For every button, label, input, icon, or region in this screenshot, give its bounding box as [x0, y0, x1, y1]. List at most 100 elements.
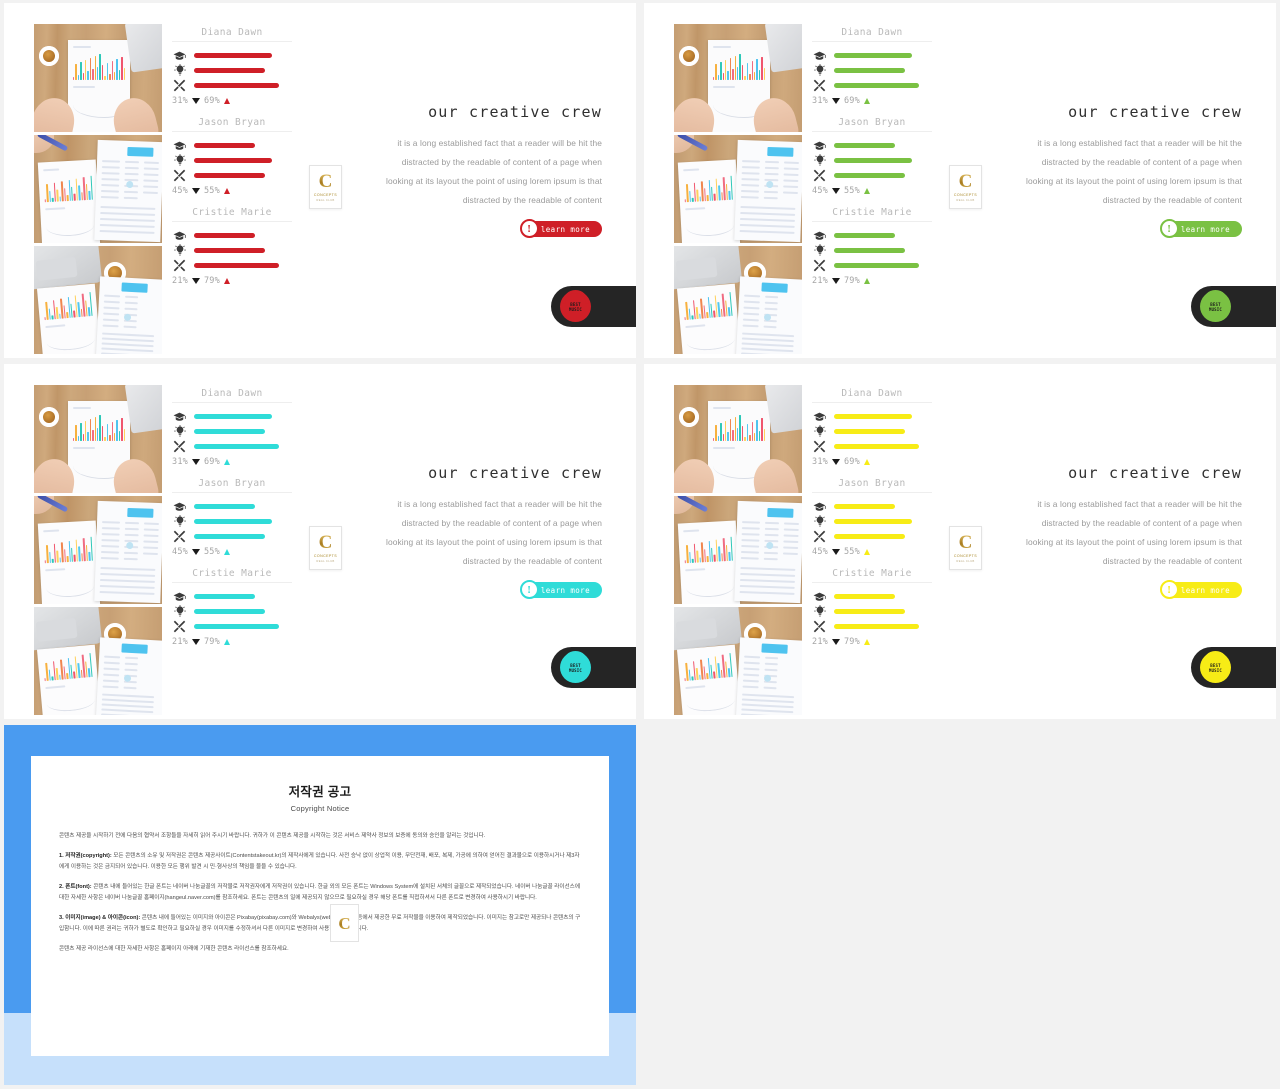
paper-text-line: [744, 294, 761, 297]
paper-text-line: [100, 551, 120, 554]
paper-mini-chart: [43, 653, 93, 682]
tools-icon: [172, 620, 187, 633]
brand-logo-letter: C: [958, 171, 973, 192]
paper-highlight-tag: [761, 282, 788, 293]
skill-row: [812, 424, 932, 439]
brand-logo-card: C: [330, 904, 359, 942]
laptop-shape: [764, 24, 802, 73]
paper-text-line: [103, 300, 120, 303]
coffee-cup-shape: [679, 407, 699, 427]
paper-trend-line: [45, 690, 96, 713]
paper-text-line: [782, 191, 798, 194]
slide-yellow[interactable]: Diana Dawn 31% 69% Jason Bryan 45% 55% Cristie…: [644, 364, 1276, 719]
skill-row: [812, 499, 932, 514]
tools-icon: [172, 79, 187, 92]
paper-text-line: [101, 184, 120, 187]
skill-bar-fill: [194, 263, 280, 268]
skill-bar-track: [194, 534, 292, 539]
skill-row: [812, 514, 932, 529]
headline-body: it is a long established fact that a rea…: [972, 495, 1242, 571]
paper-text-line: [102, 332, 155, 337]
skill-percentages: 31% 69%: [812, 457, 932, 467]
paper-text-line: [101, 713, 154, 715]
headphones-badge-icon[interactable]: BEST MUSIC: [556, 284, 595, 323]
paper-text-line: [740, 190, 760, 193]
exclamation-mark: !: [527, 222, 532, 235]
paper-sheet: [734, 500, 802, 604]
headline-copy-block: our creative crew it is a long establishe…: [332, 464, 602, 599]
headphones-badge-icon[interactable]: BEST MUSIC: [1196, 645, 1235, 684]
headline-body-line: looking at its layout the point of using…: [386, 176, 602, 186]
paper-text-line: [763, 325, 777, 328]
slide-copyright-notice[interactable]: 저작권 공고 Copyright Notice 콘텐츠 제공을 시작하기 전에 …: [4, 725, 636, 1085]
skill-bar-fill: [834, 429, 905, 434]
pct-up-value: 69%: [203, 96, 220, 106]
learn-more-button[interactable]: ! learn more: [1159, 580, 1242, 599]
skill-bar-track: [194, 429, 292, 434]
paper-text-line: [741, 166, 760, 169]
tools-icon: [172, 530, 187, 543]
headline-body-line: it is a long established fact that a rea…: [397, 138, 602, 148]
headphones-badge-icon[interactable]: BEST MUSIC: [556, 645, 595, 684]
paper-text-line: [102, 160, 121, 163]
paper-mini-chart: [683, 653, 733, 682]
dark-corner-tab[interactable]: BEST MUSIC: [1191, 645, 1276, 688]
skill-row: [812, 153, 932, 168]
learn-more-button[interactable]: ! learn more: [519, 219, 602, 238]
brand-logo-letter: C: [338, 913, 351, 933]
headphones-arc-icon: [556, 284, 595, 323]
paper-text-line: [713, 407, 731, 409]
copyright-section-text: 모든 콘텐츠의 소유 및 저작권은 콘텐츠 제공사이트(Contentstake…: [59, 853, 580, 870]
paper-text-line: [765, 295, 779, 298]
skill-row: [172, 138, 292, 153]
paper-text-line: [685, 568, 706, 571]
headphones-badge-icon[interactable]: BEST MUSIC: [1196, 284, 1235, 323]
paper-text-line: [742, 679, 759, 682]
pct-down-value: 45%: [172, 547, 188, 557]
paper-trend-line: [685, 214, 735, 238]
triangle-up-icon: [223, 639, 230, 645]
paper-mini-chart: [713, 54, 765, 80]
headphones-arc-icon: [1196, 284, 1235, 323]
skill-bar-track: [834, 534, 932, 539]
paper-text-line: [739, 579, 796, 583]
headline-body-line: distracted by the readable of content of…: [1041, 518, 1242, 528]
dark-corner-tab[interactable]: BEST MUSIC: [551, 645, 636, 688]
headline-title: our creative crew: [428, 103, 602, 121]
slide-cyan[interactable]: Diana Dawn 31% 69% Jason Bryan 45% 55% Cristie…: [4, 364, 636, 719]
paper-mini-chart: [73, 415, 125, 441]
lightbulb-icon: [812, 425, 827, 438]
paper-mini-chart: [73, 54, 125, 80]
paper-text-line: [763, 190, 778, 193]
pct-up-value: 55%: [843, 186, 860, 196]
slide-red[interactable]: Diana Dawn 31% 69% Jason Bryan 45% 55% Cristie…: [4, 3, 636, 358]
paper-text-line: [741, 539, 760, 542]
paper-text-line: [741, 708, 794, 713]
paper-text-line: [124, 172, 139, 175]
skill-bar-track: [834, 414, 932, 419]
skill-bar-fill: [834, 519, 913, 524]
slide-green[interactable]: Diana Dawn 31% 69% Jason Bryan 45% 55% Cristie…: [644, 3, 1276, 358]
copyright-footer: 콘텐츠 제공 라이선스에 대한 자세한 사항은 홈페이지 아래에 기재한 콘텐츠…: [59, 946, 289, 952]
graduation-cap-icon: [172, 500, 187, 513]
skill-row: [812, 63, 932, 78]
learn-more-button[interactable]: ! learn more: [1159, 219, 1242, 238]
pct-up-value: 55%: [203, 547, 220, 557]
learn-more-button[interactable]: ! learn more: [519, 580, 602, 599]
pct-down-value: 31%: [812, 96, 828, 106]
skill-bar-track: [194, 173, 292, 178]
paper-text-line: [740, 567, 796, 571]
slide-deck: Diana Dawn 31% 69% Jason Bryan 45% 55% Cristie…: [0, 0, 1280, 1089]
paper-trend-line: [45, 214, 95, 238]
dark-corner-tab[interactable]: BEST MUSIC: [1191, 284, 1276, 327]
paper-highlight-tag: [127, 146, 154, 157]
paper-text-line: [741, 172, 760, 175]
skill-bar-track: [194, 263, 292, 268]
skill-row: [172, 48, 292, 63]
team-member: Jason Bryan 45% 55%: [172, 117, 292, 196]
graduation-cap-icon: [812, 229, 827, 242]
exclamation-icon: !: [1159, 580, 1179, 599]
paper-text-line: [741, 698, 794, 703]
dark-corner-tab[interactable]: BEST MUSIC: [551, 284, 636, 327]
triangle-up-icon: [863, 549, 870, 555]
